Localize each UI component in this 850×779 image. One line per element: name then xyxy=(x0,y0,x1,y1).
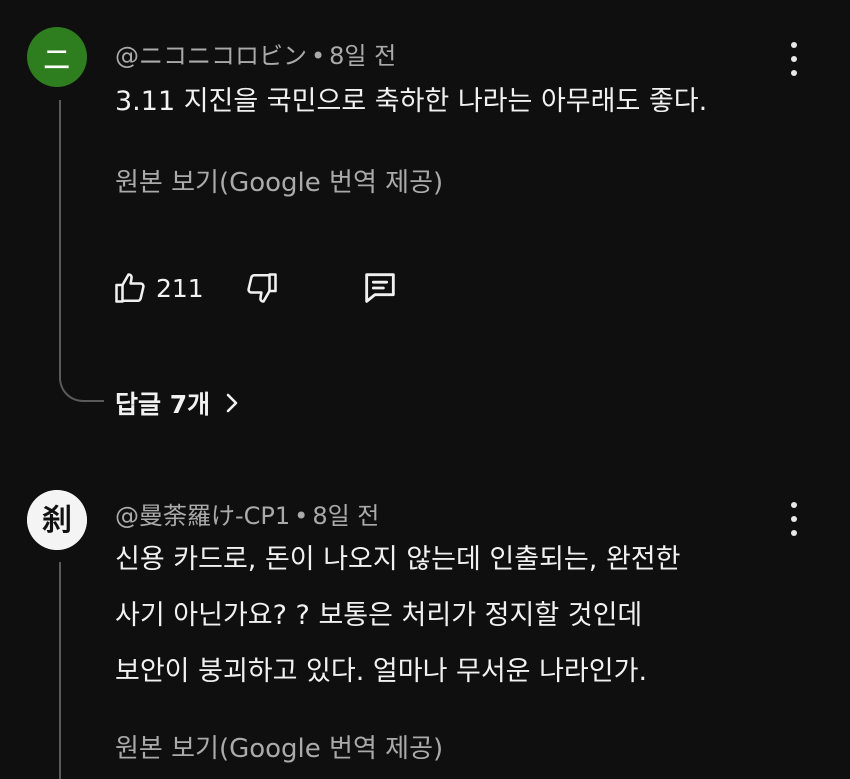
comment-meta: @曼荼羅け-CP1 • 8일 전 xyxy=(115,496,379,531)
separator-dot: • xyxy=(294,502,309,530)
comment-text-line: 3.11 지진을 국민으로 축하한 나라는 아무래도 좋다. xyxy=(115,86,708,117)
comment-author[interactable]: @曼荼羅け-CP1 xyxy=(115,502,290,530)
comment-author[interactable]: @ニコニコロビン xyxy=(115,42,307,70)
more-vert-icon[interactable] xyxy=(784,42,804,76)
chevron-right-icon xyxy=(226,393,238,413)
comment-meta: @ニコニコロビン • 8일 전 xyxy=(115,36,396,71)
svg-text:刹: 刹 xyxy=(42,503,72,538)
separator-dot: • xyxy=(311,42,326,70)
comment-time: 8일 전 xyxy=(329,42,397,70)
see-original-link[interactable]: 원본 보기(Google 번역 제공) xyxy=(115,728,443,765)
comment-text-line: 신용 카드로, 돈이 나오지 않는데 인출되는, 완전한 xyxy=(115,544,681,575)
comment-text-line: 보안이 붕괴하고 있다. 얼마나 무서운 나라인가. xyxy=(115,656,648,687)
thumbs-down-icon xyxy=(247,273,277,303)
thread-connector-line xyxy=(59,562,61,779)
comment-icon xyxy=(365,273,395,303)
avatar-image: 刹 xyxy=(27,490,87,550)
comments-page: ニ @ニコニコロビン • 8일 전 3.11 지진을 국민으로 축하한 나라는 아무… xyxy=(0,0,850,779)
comment-time: 8일 전 xyxy=(312,502,380,530)
thread-connector-line xyxy=(59,100,104,402)
like-count: 211 xyxy=(156,273,204,303)
avatar[interactable]: 刹 xyxy=(27,490,87,550)
thumbs-up-icon xyxy=(115,273,145,303)
comment-text: 신용 카드로, 돈이 나오지 않는데 인출되는, 완전한 사기 아닌가요? ? … xyxy=(115,532,680,700)
view-replies-button[interactable]: 답글 7개 xyxy=(115,385,240,421)
comment-text: 3.11 지진을 국민으로 축하한 나라는 아무래도 좋다. xyxy=(115,74,707,130)
see-original-link[interactable]: 원본 보기(Google 번역 제공) xyxy=(115,162,443,199)
dislike-button[interactable] xyxy=(244,268,280,308)
avatar-initial: ニ xyxy=(42,43,72,78)
avatar[interactable]: ニ xyxy=(27,27,87,87)
comment-text-line: 사기 아닌가요? ? 보통은 처리가 정지할 것인데 xyxy=(115,600,643,631)
more-vert-icon[interactable] xyxy=(784,502,804,536)
like-button[interactable]: 211 xyxy=(112,268,204,308)
reply-button[interactable] xyxy=(360,268,400,308)
replies-label: 답글 7개 xyxy=(115,390,211,419)
